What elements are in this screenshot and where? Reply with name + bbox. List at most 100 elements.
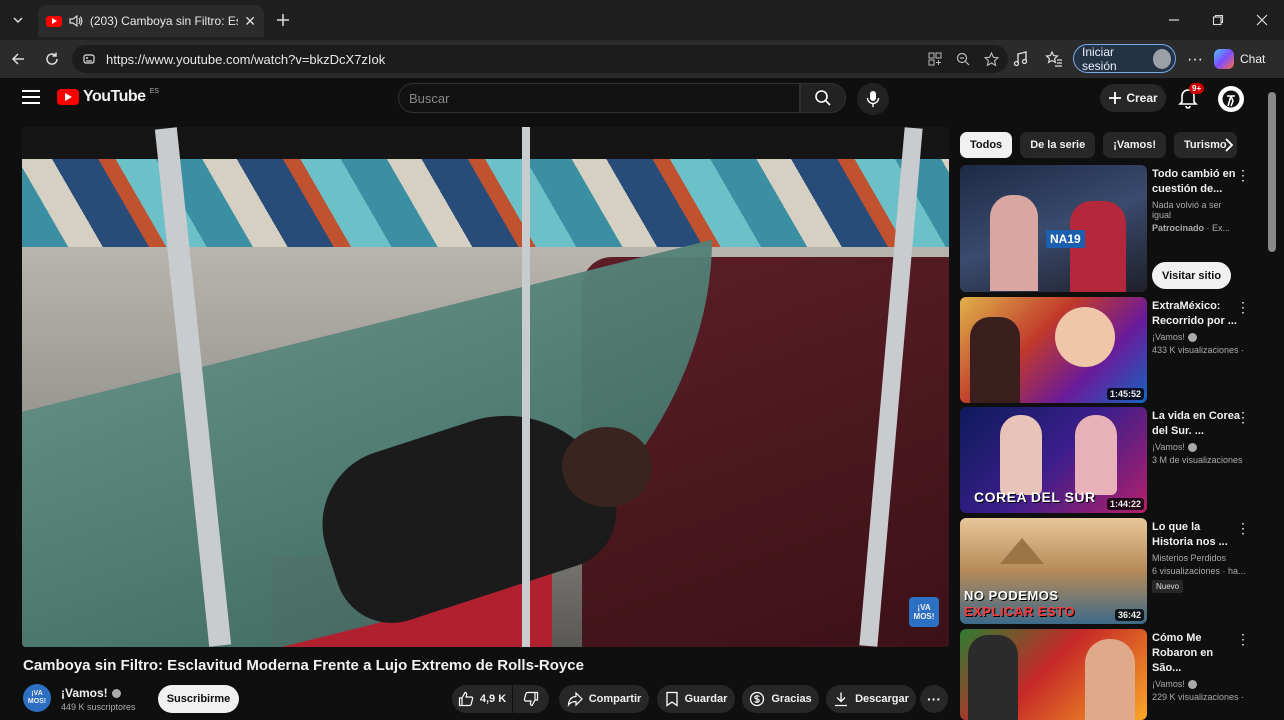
chevron-right-icon	[1225, 138, 1234, 152]
subscriber-count: 449 K suscriptores	[61, 702, 136, 712]
rec-channel: Misterios Perdidos	[1152, 553, 1227, 563]
thanks-button[interactable]: Gracias	[742, 685, 819, 713]
chip-de-la-serie[interactable]: De la serie	[1020, 132, 1096, 158]
search-button[interactable]	[800, 83, 846, 113]
scrollbar-thumb[interactable]	[1268, 92, 1276, 252]
site-info-icon[interactable]	[82, 52, 96, 66]
sponsored-text: Patrocinado	[1152, 223, 1205, 233]
rec-duration: 1:45:52	[1106, 388, 1144, 400]
guide-menu-icon[interactable]	[22, 90, 40, 106]
signin-button[interactable]: Iniciar sesión	[1073, 44, 1176, 73]
back-button[interactable]	[6, 47, 30, 71]
rec-thumbnail[interactable]: 1:45:52	[960, 297, 1147, 403]
recommendation-item[interactable]: 1:45:52 ExtraMéxico: Recorrido por ... ¡…	[960, 297, 1260, 403]
reload-button[interactable]	[40, 47, 64, 71]
recommendation-item[interactable]: Cómo Me Robaron en São... ¡Vamos! 229 K …	[960, 629, 1260, 720]
new-badge: Nuevo	[1152, 580, 1184, 593]
rec-thumbnail[interactable]: COREA DEL SUR 1:44:22	[960, 407, 1147, 513]
subscribe-button[interactable]: Suscribirme	[158, 685, 239, 713]
new-tab-button[interactable]	[272, 9, 294, 31]
rec-thumb-figure	[1000, 415, 1042, 495]
share-button[interactable]: Compartir	[559, 685, 649, 713]
rec-thumbnail[interactable]: NO PODEMOS EXPLICAR ESTO 36:42	[960, 518, 1147, 624]
ad-thumbnail[interactable]: NA19	[960, 165, 1147, 292]
extensions-button[interactable]	[1009, 47, 1033, 71]
address-bar-row: https://www.youtube.com/watch?v=bkzDcX7z…	[0, 40, 1284, 78]
dislike-button[interactable]	[513, 685, 549, 713]
download-button[interactable]: Descargar	[826, 685, 916, 713]
rec-thumb-face	[1085, 639, 1135, 720]
rec-meta: ExtraMéxico: Recorrido por ... ¡Vamos! 4…	[1152, 299, 1245, 355]
rec-title[interactable]: Todo cambió en cuestión de...	[1152, 167, 1242, 197]
tab-list-button[interactable]	[6, 8, 30, 32]
ad-meta: Todo cambió en cuestión de... Nada volvi…	[1152, 167, 1242, 233]
rec-menu-icon[interactable]: ⋮	[1236, 520, 1250, 537]
chip-todos[interactable]: Todos	[960, 132, 1013, 158]
rec-menu-icon[interactable]: ⋮	[1236, 299, 1250, 316]
more-actions-button[interactable]: ···	[920, 685, 948, 713]
minimize-icon	[1169, 19, 1179, 21]
search-box	[398, 83, 800, 113]
verified-icon	[1187, 442, 1197, 452]
visit-site-button[interactable]: Visitar sitio	[1152, 262, 1231, 289]
more-dots-icon: ···	[927, 691, 941, 707]
create-button[interactable]: Crear	[1100, 84, 1166, 112]
channel-watermark[interactable]: ¡VA MOS!	[909, 597, 939, 627]
url-field[interactable]: https://www.youtube.com/watch?v=bkzDcX7z…	[72, 45, 1008, 73]
more-dots-icon: ···	[1187, 51, 1203, 68]
tab-close-icon[interactable]: ✕	[244, 13, 256, 30]
browser-menu-button[interactable]: ···	[1184, 49, 1206, 71]
close-window-button[interactable]	[1240, 0, 1284, 40]
rec-title[interactable]: La vida en Corea del Sur. ...	[1152, 409, 1242, 439]
search-input[interactable]	[409, 90, 799, 106]
recommendation-item[interactable]: NO PODEMOS EXPLICAR ESTO 36:42 Lo que la…	[960, 518, 1260, 624]
rec-thumb-pyramid	[1000, 538, 1044, 564]
chips-next-button[interactable]	[1218, 134, 1240, 156]
voice-search-button[interactable]	[857, 83, 889, 115]
chip-vamos[interactable]: ¡Vamos!	[1103, 132, 1167, 158]
account-avatar[interactable]	[1218, 86, 1244, 112]
music-extension-icon	[1013, 51, 1028, 67]
ad-thumb-logo: NA19	[1046, 230, 1085, 248]
rec-thumbnail[interactable]	[960, 629, 1147, 720]
microphone-icon	[866, 91, 880, 107]
rec-menu-icon[interactable]: ⋮	[1236, 167, 1250, 184]
save-label: Guardar	[684, 693, 728, 705]
rec-views: 433 K visualizaciones ·	[1152, 345, 1245, 355]
video-title: Camboya sin Filtro: Esclavitud Moderna F…	[23, 657, 584, 674]
minimize-button[interactable]	[1152, 0, 1196, 40]
copilot-chat-button[interactable]: Chat	[1214, 46, 1276, 72]
restore-button[interactable]	[1196, 0, 1240, 40]
plus-icon	[1109, 92, 1122, 104]
speaker-icon[interactable]	[68, 14, 84, 28]
thanks-label: Gracias	[771, 693, 812, 705]
favorite-star-icon[interactable]	[982, 50, 1000, 68]
rec-menu-icon[interactable]: ⋮	[1236, 409, 1250, 426]
channel-name[interactable]: ¡Vamos!	[61, 686, 121, 700]
like-button[interactable]: 4,9 K	[452, 685, 512, 713]
user-avatar-icon	[1222, 90, 1240, 108]
window-controls	[1152, 0, 1284, 40]
rec-title[interactable]: Cómo Me Robaron en São...	[1152, 631, 1242, 676]
download-label: Descargar	[855, 693, 909, 705]
rec-title[interactable]: ExtraMéxico: Recorrido por ...	[1152, 299, 1242, 329]
favorites-button[interactable]	[1042, 47, 1066, 71]
ad-recommendation[interactable]: NA19 Todo cambió en cuestión de... Nada …	[960, 165, 1260, 295]
app-available-icon[interactable]	[926, 50, 944, 68]
create-label: Crear	[1126, 91, 1158, 105]
notifications-button[interactable]: 9+	[1178, 83, 1205, 111]
rec-channel-name: ¡Vamos!	[1152, 332, 1185, 342]
sponsored-tail: · Ex...	[1204, 223, 1231, 233]
video-player[interactable]: ¡VA MOS!	[22, 127, 949, 647]
channel-avatar[interactable]: ¡VA MOS!	[23, 684, 51, 712]
browser-tab[interactable]: (203) Camboya sin Filtro: Escla ✕	[38, 5, 264, 37]
rec-title[interactable]: Lo que la Historia nos ...	[1152, 520, 1242, 550]
video-frame-head	[562, 427, 652, 507]
recommendation-item[interactable]: COREA DEL SUR 1:44:22 La vida en Corea d…	[960, 407, 1260, 513]
zoom-icon[interactable]	[954, 50, 972, 68]
youtube-logo[interactable]: YouTube ES	[57, 88, 159, 106]
bookmark-icon	[665, 691, 678, 707]
rec-channel: Nada volvió a ser igual	[1152, 200, 1222, 220]
save-button[interactable]: Guardar	[657, 685, 735, 713]
rec-menu-icon[interactable]: ⋮	[1236, 631, 1250, 648]
